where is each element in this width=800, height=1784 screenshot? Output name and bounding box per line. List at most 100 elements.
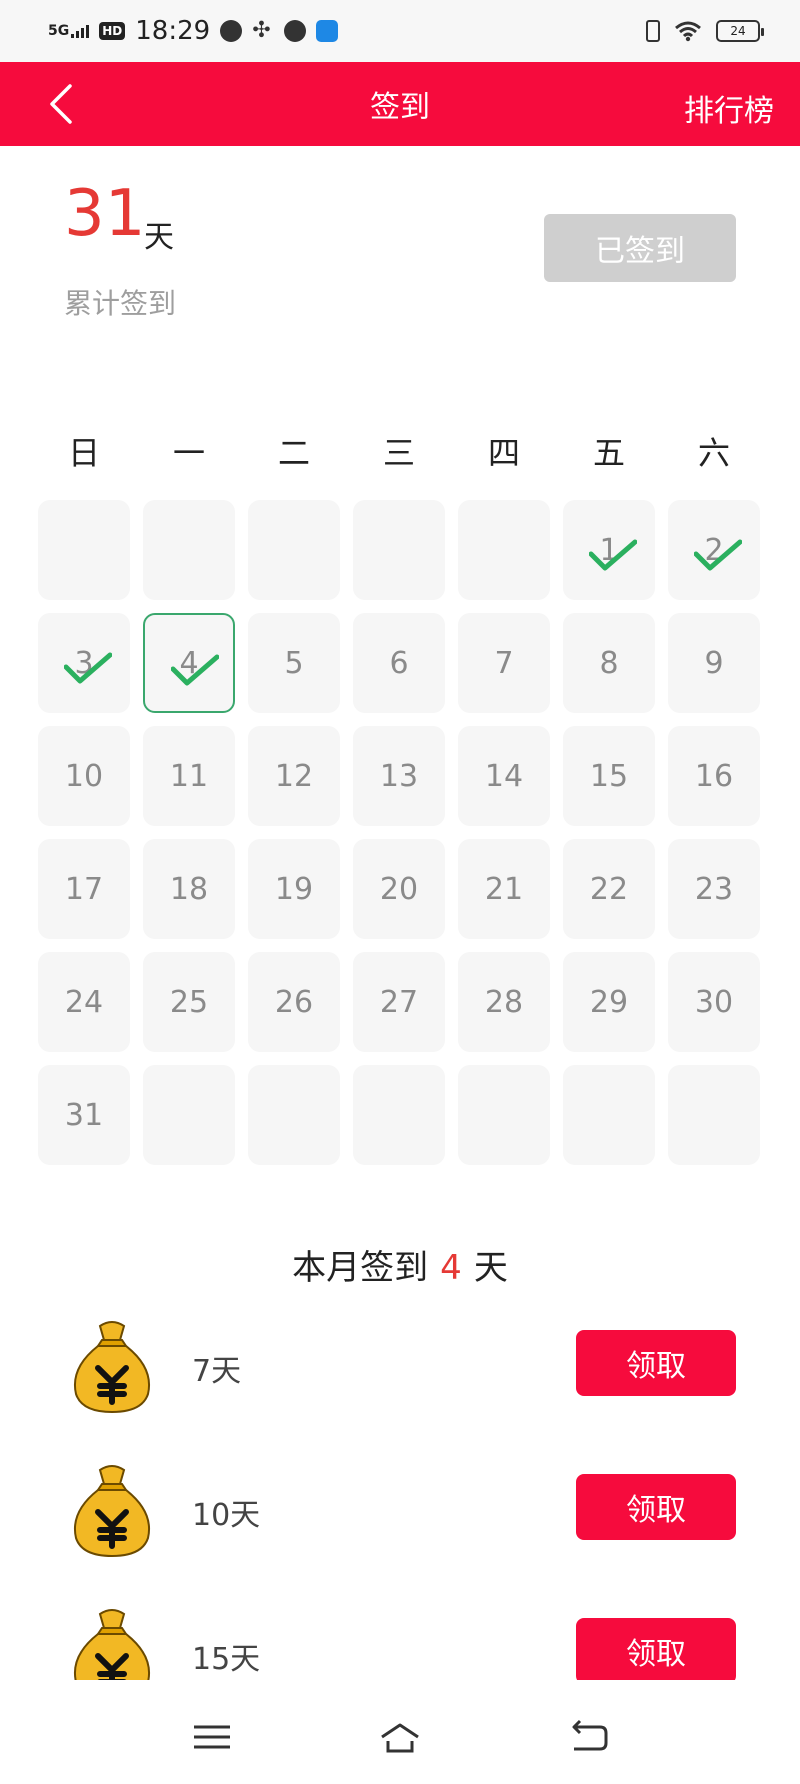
- check-icon: [589, 539, 637, 571]
- claim-button[interactable]: 领取: [576, 1474, 736, 1540]
- day-number: 8: [599, 645, 619, 681]
- month-sign-in-count: 4: [440, 1248, 462, 1288]
- calendar-day[interactable]: 2: [668, 500, 760, 600]
- calendar-empty-cell: [248, 1065, 340, 1165]
- day-number: 7: [494, 645, 514, 681]
- calendar-day[interactable]: 6: [353, 613, 445, 713]
- calendar-day[interactable]: 20: [353, 839, 445, 939]
- calendar-day[interactable]: 28: [458, 952, 550, 1052]
- reward-days-label: 7天: [192, 1354, 242, 1389]
- calendar-day[interactable]: 22: [563, 839, 655, 939]
- calendar-empty-cell: [143, 1065, 235, 1165]
- calendar-day[interactable]: 12: [248, 726, 340, 826]
- calendar-day[interactable]: 24: [38, 952, 130, 1052]
- leaderboard-link[interactable]: 排行榜: [684, 86, 774, 130]
- calendar-day[interactable]: 1: [563, 500, 655, 600]
- vibrate-icon: [646, 20, 660, 42]
- calendar-empty-cell: [353, 1065, 445, 1165]
- reward-days-label: 15天: [192, 1642, 261, 1677]
- weekday-label: 一: [172, 434, 205, 472]
- calendar-day[interactable]: 11: [143, 726, 235, 826]
- calendar-empty-cell: [458, 500, 550, 600]
- weekday-label: 四: [487, 434, 520, 472]
- back-arrow-icon[interactable]: [566, 1717, 610, 1757]
- calendar-empty-cell: [38, 500, 130, 600]
- calendar-day[interactable]: 9: [668, 613, 760, 713]
- day-number: 11: [169, 758, 209, 794]
- calendar-day[interactable]: 26: [248, 952, 340, 1052]
- day-number: 23: [694, 871, 734, 907]
- status-left: 5G HD 18:29 ✣: [48, 16, 339, 46]
- day-number: 5: [284, 645, 304, 681]
- clock: 18:29: [135, 16, 211, 46]
- calendar-day[interactable]: 7: [458, 613, 550, 713]
- calendar-day[interactable]: 3: [38, 613, 130, 713]
- day-number: 10: [64, 758, 104, 794]
- calendar-day[interactable]: 15: [563, 726, 655, 826]
- calendar-day[interactable]: 27: [353, 952, 445, 1052]
- home-icon[interactable]: [374, 1717, 426, 1757]
- day-number: 28: [484, 984, 524, 1020]
- chevron-left-icon[interactable]: [44, 82, 84, 126]
- claim-button[interactable]: 领取: [576, 1330, 736, 1396]
- check-icon: [64, 652, 112, 684]
- calendar-day[interactable]: 10: [38, 726, 130, 826]
- hotspot-icon: [316, 20, 339, 42]
- status-right: 24: [646, 20, 764, 42]
- month-summary-prefix: 本月签到: [292, 1248, 429, 1288]
- calendar-day[interactable]: 30: [668, 952, 760, 1052]
- status-bar: 5G HD 18:29 ✣ 24: [0, 0, 800, 62]
- reward-item: 10天 领取: [0, 1460, 800, 1560]
- claim-button[interactable]: 领取: [576, 1618, 736, 1680]
- calendar-day[interactable]: 19: [248, 839, 340, 939]
- total-days-label: 累计签到: [64, 287, 177, 320]
- calendar-day[interactable]: 8: [563, 613, 655, 713]
- day-number: 25: [169, 984, 209, 1020]
- weekday-label: 六: [697, 434, 730, 472]
- calendar-empty-cell: [353, 500, 445, 600]
- day-number: 9: [704, 645, 724, 681]
- menu-icon[interactable]: [190, 1717, 234, 1757]
- calendar-empty-cell: [248, 500, 340, 600]
- day-number: 26: [274, 984, 314, 1020]
- day-number: 13: [379, 758, 419, 794]
- reward-item: 7天 领取: [0, 1316, 800, 1416]
- calendar-day[interactable]: 13: [353, 726, 445, 826]
- signal-bars-icon: [71, 24, 90, 38]
- calendar-grid: 1 2 3 4 5 6 7 8 9 10 11 12 13 14 15 16 17 18 19 20 21 22 23 24 2…: [38, 500, 762, 1165]
- battery-icon: 24: [716, 20, 764, 42]
- day-number: 30: [694, 984, 734, 1020]
- page-title: 签到: [370, 90, 430, 125]
- calendar-day[interactable]: 23: [668, 839, 760, 939]
- calendar-empty-cell: [458, 1065, 550, 1165]
- network-type: 5G: [48, 23, 70, 39]
- calendar-day[interactable]: 18: [143, 839, 235, 939]
- calendar-empty-cell: [668, 1065, 760, 1165]
- day-number: 12: [274, 758, 314, 794]
- calendar-day[interactable]: 31: [38, 1065, 130, 1165]
- calendar-day[interactable]: 21: [458, 839, 550, 939]
- weekday-label: 五: [592, 434, 625, 472]
- calendar-day[interactable]: 17: [38, 839, 130, 939]
- jovi-icon: [220, 20, 243, 42]
- speedometer-icon: [284, 20, 307, 42]
- calendar-day[interactable]: 14: [458, 726, 550, 826]
- day-number: 29: [589, 984, 629, 1020]
- day-number: 20: [379, 871, 419, 907]
- wifi-icon: [675, 21, 701, 42]
- calendar-day[interactable]: 5: [248, 613, 340, 713]
- total-days-unit: 天: [144, 220, 174, 255]
- day-number: 6: [389, 645, 409, 681]
- day-number: 22: [589, 871, 629, 907]
- signed-in-button[interactable]: 已签到: [544, 214, 736, 282]
- sign-in-summary: 31 天 累计签到 已签到: [0, 146, 800, 396]
- day-number: 27: [379, 984, 419, 1020]
- calendar-day[interactable]: 4: [143, 613, 235, 713]
- calendar-day[interactable]: 16: [668, 726, 760, 826]
- calendar-day[interactable]: 29: [563, 952, 655, 1052]
- day-number: 24: [64, 984, 104, 1020]
- calendar-day[interactable]: 25: [143, 952, 235, 1052]
- day-number: 19: [274, 871, 314, 907]
- app-header: 签到 排行榜: [0, 62, 800, 146]
- weekday-label: 三: [382, 434, 415, 472]
